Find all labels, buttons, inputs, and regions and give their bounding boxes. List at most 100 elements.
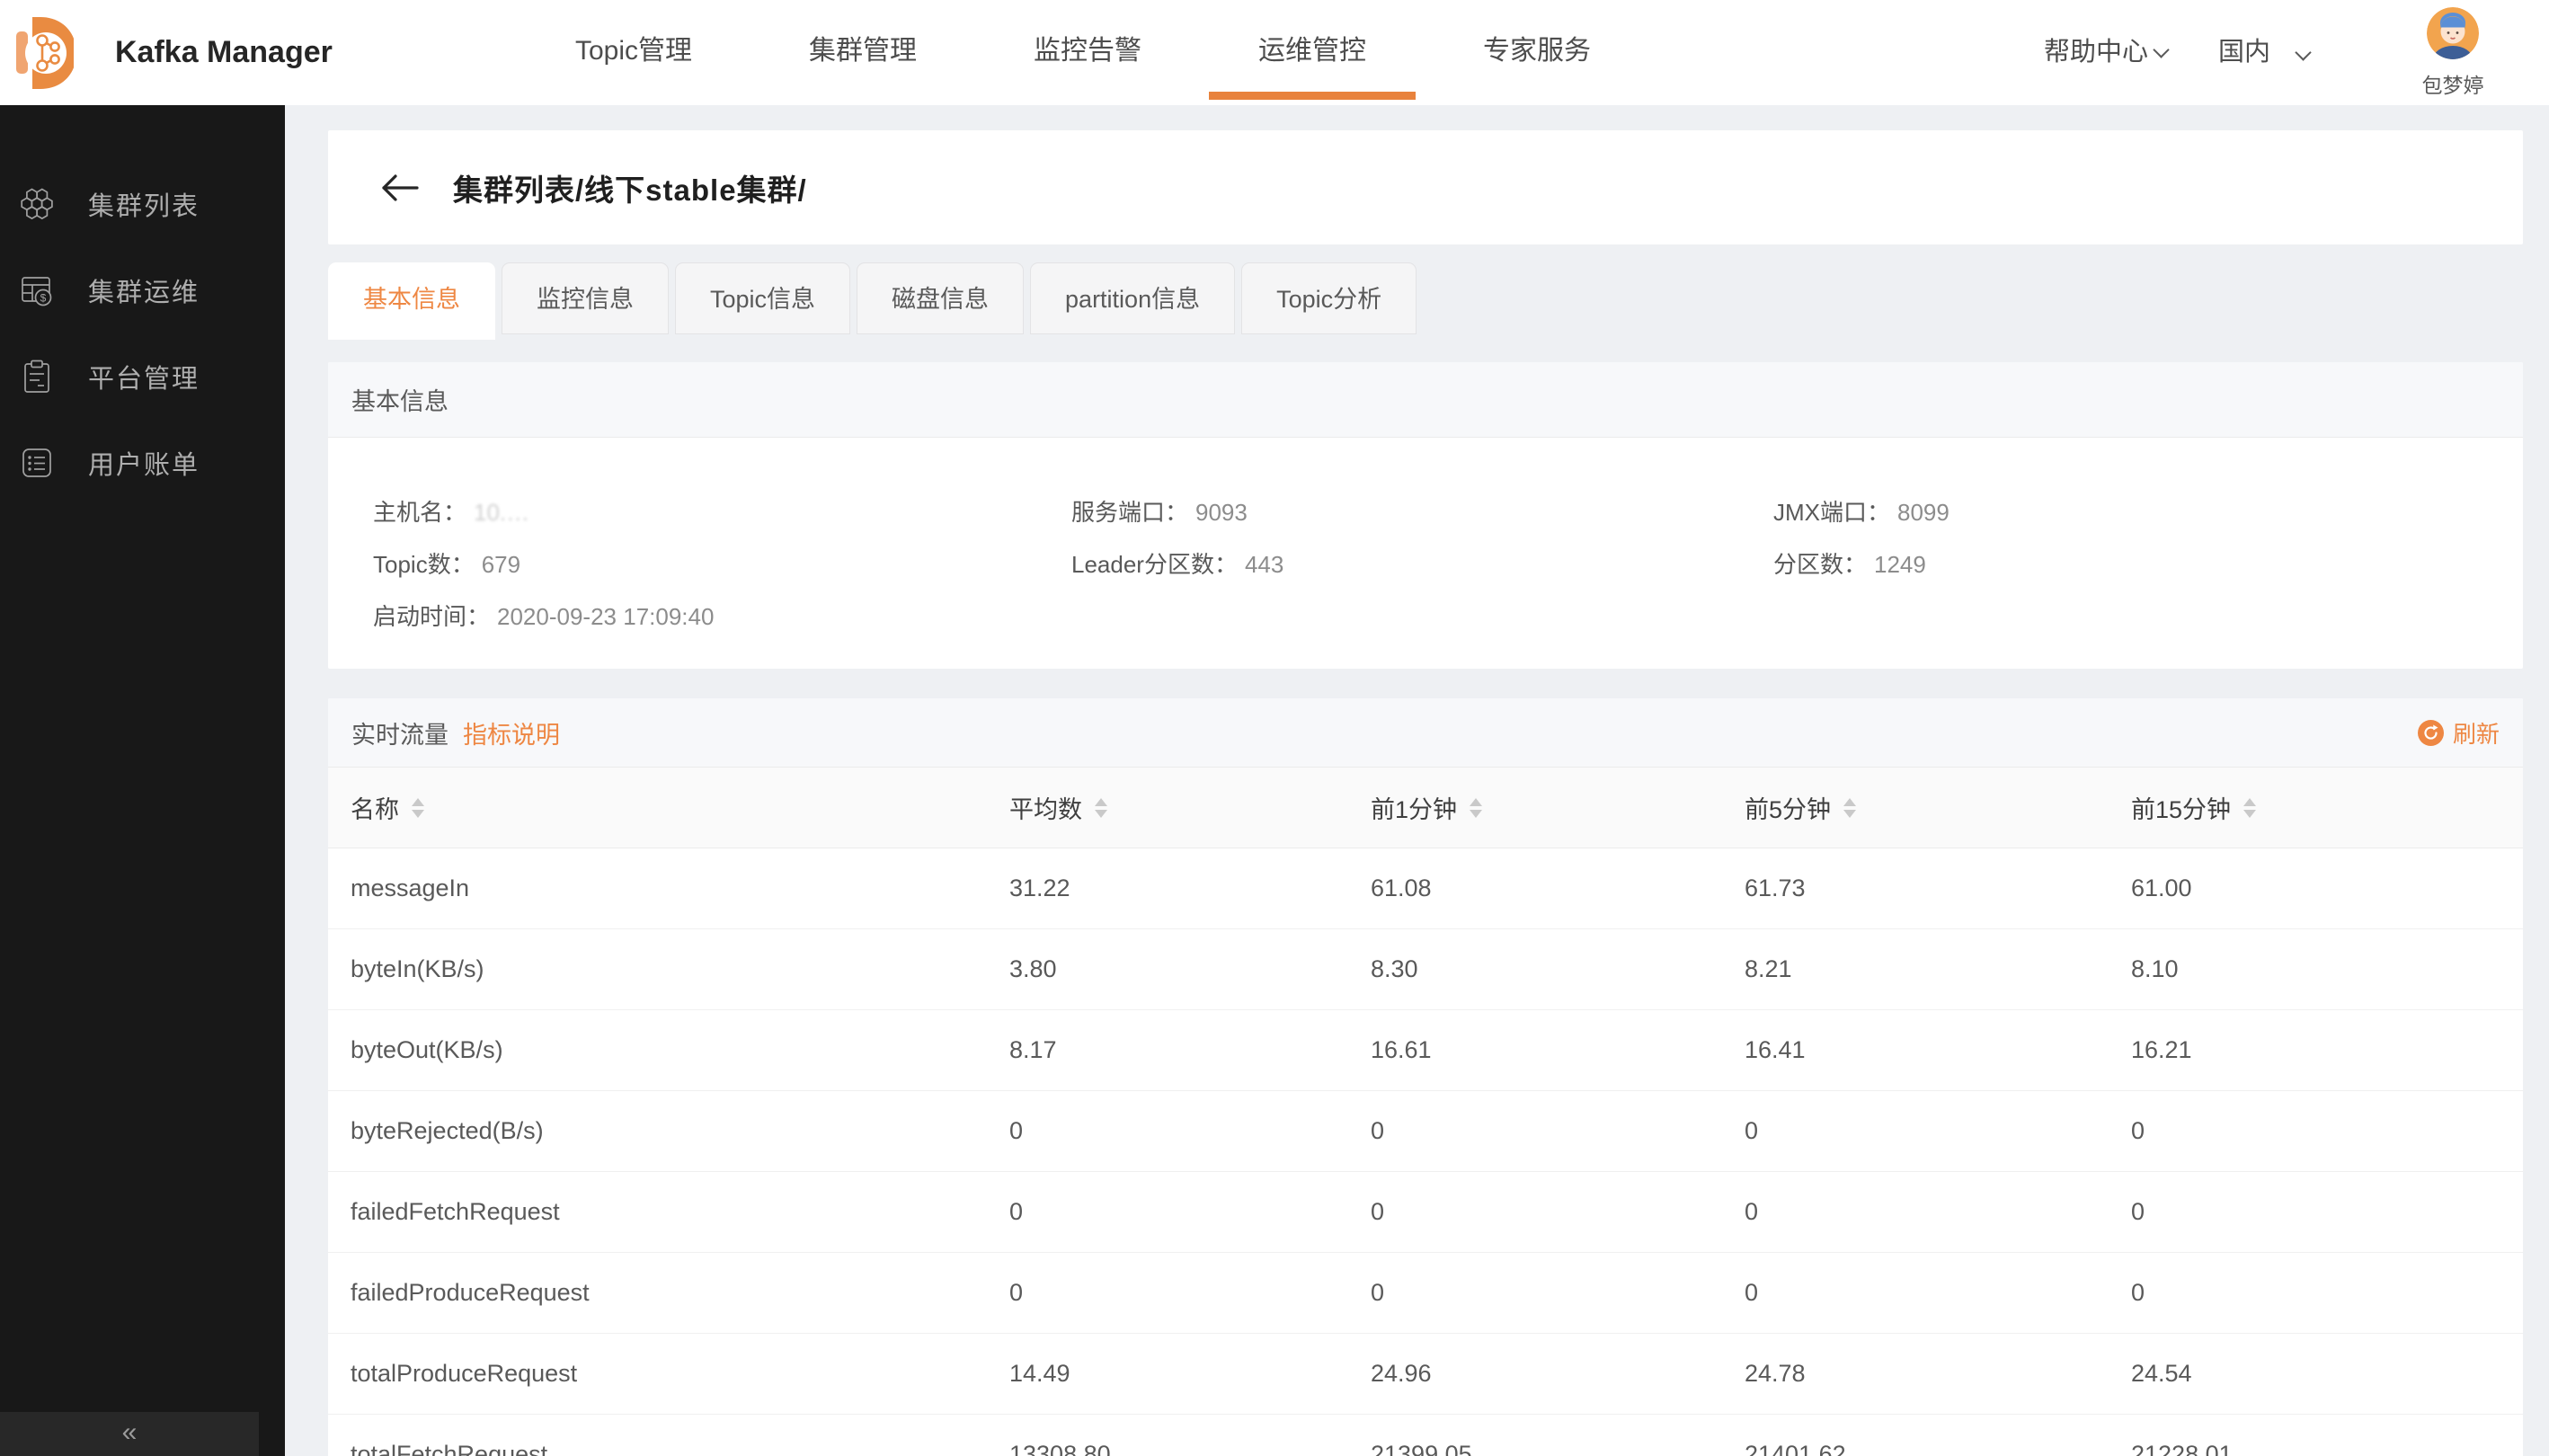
sidebar-item-user-billing[interactable]: 用户账单: [0, 420, 285, 506]
cell-last1min: 0: [1371, 1198, 1745, 1226]
tab[interactable]: 监控信息: [502, 262, 669, 334]
sort-carets-icon[interactable]: [412, 798, 424, 818]
table-row: byteOut(KB/s) 8.17 16.61 16.41 16.21: [328, 1010, 2523, 1091]
cell-metric-name: totalProduceRequest: [351, 1360, 1009, 1388]
metric-description-link[interactable]: 指标说明: [463, 715, 560, 750]
info-field-label: 分区数：: [1773, 546, 1867, 580]
cell-avg: 31.22: [1009, 874, 1371, 902]
cell-last1min: 0: [1371, 1279, 1745, 1307]
cell-last15min: 0: [2131, 1279, 2523, 1307]
table-row: byteRejected(B/s) 0 0 0 0: [328, 1091, 2523, 1172]
page-title-bar: 集群列表/线下stable集群/: [328, 130, 2523, 244]
sort-carets-icon[interactable]: [2243, 798, 2256, 818]
region-selector[interactable]: 国内: [2218, 0, 2270, 105]
top-nav-item[interactable]: 集群管理: [809, 0, 917, 105]
cell-metric-name: failedFetchRequest: [351, 1198, 1009, 1226]
hexagon-cluster-icon: [18, 185, 56, 223]
top-nav-item[interactable]: 运维管控: [1258, 0, 1366, 105]
top-nav-item[interactable]: 专家服务: [1483, 0, 1591, 105]
tab[interactable]: 基本信息: [328, 262, 495, 340]
clipboard-icon: [18, 358, 56, 395]
cluster-detail-tabs: 基本信息 监控信息 Topic信息 磁盘信息 partition信息 Topic…: [328, 262, 2523, 340]
basic-info-card-title: 基本信息: [351, 382, 449, 417]
table-row: failedProduceRequest 0 0 0 0: [328, 1253, 2523, 1334]
column-header-last5min[interactable]: 前5分钟: [1745, 790, 2131, 825]
cell-last15min: 0: [2131, 1198, 2523, 1226]
sidebar: 集群列表 $ 集群运维 平台管理: [0, 105, 285, 1456]
sort-carets-icon[interactable]: [1843, 798, 1856, 818]
basic-info-card-header: 基本信息: [328, 362, 2523, 438]
info-field-label: 服务端口：: [1071, 494, 1188, 528]
cell-last5min: 0: [1745, 1198, 2131, 1226]
cell-avg: 0: [1009, 1279, 1371, 1307]
info-field: 启动时间： 2020-09-23 17:09:40: [373, 599, 1071, 632]
sort-carets-icon[interactable]: [1470, 798, 1482, 818]
cell-metric-name: byteIn(KB/s): [351, 955, 1009, 983]
cell-last1min: 16.61: [1371, 1036, 1745, 1064]
cell-last15min: 16.21: [2131, 1036, 2523, 1064]
info-field-label: Leader分区数：: [1071, 546, 1238, 580]
cell-last5min: 0: [1745, 1117, 2131, 1145]
username: 包梦婷: [2402, 68, 2504, 99]
cell-last1min: 21399.05: [1371, 1441, 1745, 1456]
table-row: totalProduceRequest 14.49 24.96 24.78 24…: [328, 1334, 2523, 1415]
cell-avg: 13308.80: [1009, 1441, 1371, 1456]
sidebar-item-platform-admin[interactable]: 平台管理: [0, 333, 285, 420]
app-title: Kafka Manager: [115, 0, 333, 105]
traffic-table-body: messageIn 31.22 61.08 61.73 61.00 byteIn…: [328, 848, 2523, 1456]
column-header-last1min[interactable]: 前1分钟: [1371, 790, 1745, 825]
column-header-name[interactable]: 名称: [351, 790, 1009, 825]
traffic-table-header: 名称 平均数 前1分钟 前5分钟 前15分钟: [328, 768, 2523, 848]
info-field: 服务端口： 9093: [1071, 494, 1773, 528]
cell-last5min: 8.21: [1745, 955, 2131, 983]
info-field-value: 9093: [1195, 499, 1248, 527]
cell-metric-name: messageIn: [351, 874, 1009, 902]
tab[interactable]: partition信息: [1030, 262, 1235, 334]
cell-metric-name: totalFetchRequest: [351, 1441, 1009, 1456]
svg-text:$: $: [40, 292, 47, 305]
table-dollar-icon: $: [18, 271, 56, 309]
back-arrow-icon[interactable]: [379, 172, 419, 204]
table-row: messageIn 31.22 61.08 61.73 61.00: [328, 848, 2523, 929]
tab[interactable]: Topic分析: [1241, 262, 1417, 334]
sidebar-item-label: 集群运维: [88, 271, 200, 309]
region-dropdown[interactable]: [2297, 47, 2309, 63]
app-header: Kafka Manager Topic管理 集群管理 监控告警 运维管控 专家服…: [0, 0, 2549, 105]
sidebar-item-cluster-ops[interactable]: $ 集群运维: [0, 247, 285, 333]
top-nav-item[interactable]: 监控告警: [1034, 0, 1141, 105]
cell-avg: 3.80: [1009, 955, 1371, 983]
info-field-value: 2020-09-23 17:09:40: [497, 603, 714, 631]
cell-last5min: 21401.62: [1745, 1441, 2131, 1456]
column-header-avg[interactable]: 平均数: [1009, 790, 1371, 825]
top-nav-item[interactable]: Topic管理: [575, 0, 692, 105]
help-center-menu[interactable]: 帮助中心: [2044, 0, 2167, 105]
cell-avg: 0: [1009, 1117, 1371, 1145]
cell-avg: 0: [1009, 1198, 1371, 1226]
info-field-value: 10.…: [474, 499, 529, 527]
realtime-traffic-card: 实时流量 指标说明 刷新 名称 平均数 前1分钟: [328, 698, 2523, 1456]
info-field: 主机名： 10.…: [373, 494, 1071, 528]
tab[interactable]: 磁盘信息: [857, 262, 1024, 334]
app-logo-icon: [14, 14, 74, 96]
top-navigation: Topic管理 集群管理 监控告警 运维管控 专家服务: [575, 0, 1591, 105]
sort-carets-icon[interactable]: [1095, 798, 1107, 818]
tab[interactable]: Topic信息: [675, 262, 850, 334]
table-row: failedFetchRequest 0 0 0 0: [328, 1172, 2523, 1253]
avatar[interactable]: [2427, 7, 2479, 59]
info-field: JMX端口： 8099: [1773, 494, 2523, 528]
cell-last1min: 24.96: [1371, 1360, 1745, 1388]
info-field-label: Topic数：: [373, 546, 475, 580]
column-header-last15min[interactable]: 前15分钟: [2131, 790, 2523, 825]
cell-last15min: 61.00: [2131, 874, 2523, 902]
cell-metric-name: byteRejected(B/s): [351, 1117, 1009, 1145]
refresh-label: 刷新: [2453, 716, 2500, 750]
sidebar-collapse-button[interactable]: «: [0, 1412, 259, 1456]
cell-last5min: 61.73: [1745, 874, 2131, 902]
refresh-button[interactable]: 刷新: [2418, 716, 2500, 750]
sidebar-item-label: 平台管理: [88, 358, 200, 395]
info-field: Topic数： 679: [373, 546, 1071, 580]
basic-info-card: 基本信息 主机名： 10.… 服务端口： 9093 JMX端口： 8099: [328, 362, 2523, 669]
help-center-label: 帮助中心: [2044, 0, 2148, 105]
sidebar-item-cluster-list[interactable]: 集群列表: [0, 161, 285, 247]
info-field-value: 679: [482, 551, 520, 579]
